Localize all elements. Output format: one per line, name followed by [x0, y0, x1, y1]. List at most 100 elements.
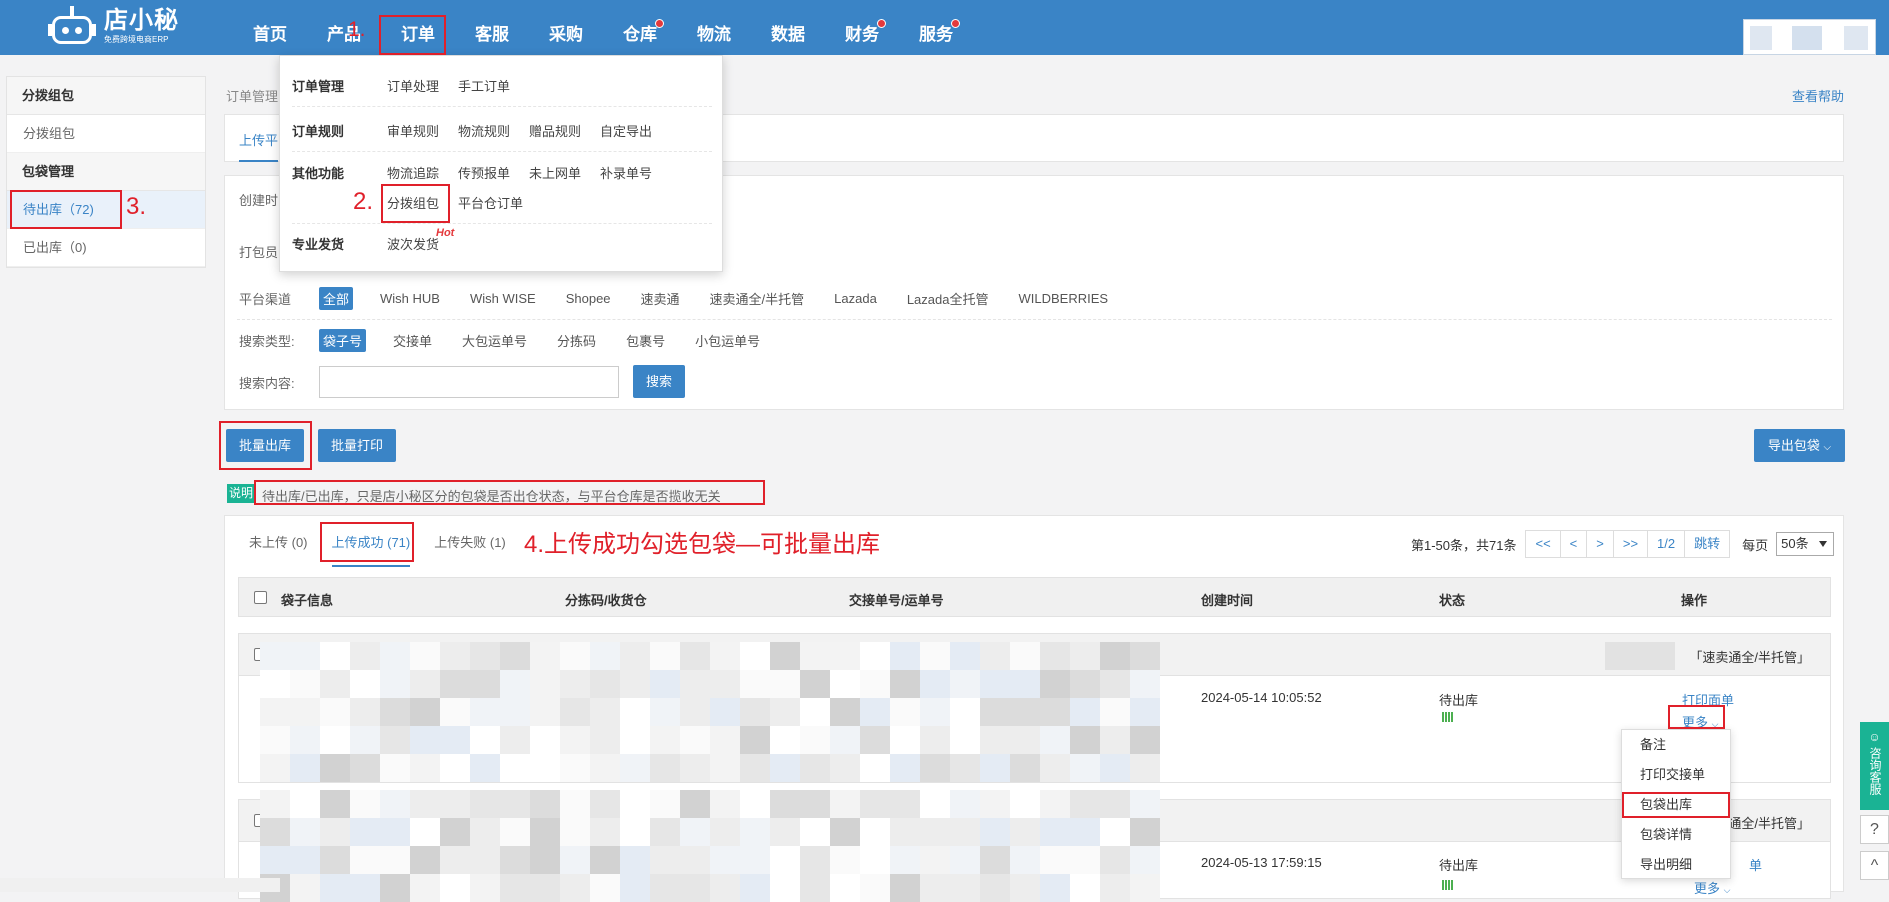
breadcrumb[interactable]: 订单管理 [226, 86, 278, 105]
question-icon: ? [1870, 821, 1879, 838]
platform-option[interactable]: Wish WISE [467, 289, 539, 308]
select-all-checkbox[interactable] [254, 591, 267, 604]
platform-option[interactable]: 速卖通全/半托管 [707, 287, 808, 310]
export-bags-button[interactable]: 导出包袋 ⌵ [1754, 429, 1845, 462]
search-content-label: 搜索内容: [239, 376, 295, 391]
created-time: 2024-05-14 10:05:52 [1201, 690, 1322, 705]
nav-label: 仓库 [623, 25, 657, 44]
search-type-label: 搜索类型: [239, 334, 295, 349]
headset-icon: ☺ [1868, 730, 1881, 744]
nav-item-0[interactable]: 首页 [233, 0, 307, 55]
menu-supplement-no[interactable]: 补录单号 [600, 163, 652, 182]
first-page-button[interactable]: << [1525, 530, 1561, 558]
more-menu-item[interactable]: 打印交接单 [1622, 760, 1730, 790]
menu-manual-order[interactable]: 手工订单 [458, 76, 510, 95]
export-bags-label: 导出包袋 [1767, 438, 1820, 453]
search-type-option[interactable]: 小包运单号 [692, 329, 763, 352]
menu-custom-export[interactable]: 自定导出 [600, 121, 652, 140]
last-page-button[interactable]: >> [1612, 530, 1649, 558]
nav-item-8[interactable]: 财务 [825, 0, 899, 55]
sidebar: 分拨组包 分拨组包 包袋管理 待出库（72) 已出库（0) [6, 76, 206, 268]
per-page-select[interactable]: 50条 [1776, 532, 1835, 556]
more-menu-item[interactable]: 包袋详情 [1622, 820, 1730, 850]
progress-icon [1442, 712, 1454, 722]
platform-option[interactable]: Wish HUB [377, 289, 443, 308]
status-tab[interactable]: 上传失败 (1) [434, 532, 506, 567]
channel-label: 「速卖通全/半托管」 [1689, 650, 1810, 665]
annotation-box-more [1668, 705, 1725, 729]
menu-tracking[interactable]: 物流追踪 [387, 163, 439, 182]
menu-review-rules[interactable]: 审单规则 [387, 121, 439, 140]
customer-service-label: 咨询客服 [1868, 747, 1882, 795]
blurred-info [1605, 642, 1675, 670]
col-actions: 操作 [1681, 593, 1708, 608]
search-type-option[interactable]: 袋子号 [319, 329, 367, 352]
menu-gift-rules[interactable]: 赠品规则 [529, 121, 581, 140]
annotation-step-3: 3. [126, 193, 147, 220]
search-input[interactable] [319, 366, 619, 398]
print-label-link[interactable]: 单 [1749, 855, 1762, 874]
nav-label: 数据 [771, 25, 805, 44]
help-button[interactable]: ? [1860, 815, 1889, 844]
batch-print-button[interactable]: 批量打印 [318, 429, 396, 462]
nav-item-6[interactable]: 物流 [677, 0, 751, 55]
robot-logo-icon [48, 4, 96, 48]
col-sort-code: 分拣码/收货仓 [565, 593, 647, 608]
annotation-box-order-nav [379, 15, 446, 55]
menu-platform-warehouse-order[interactable]: 平台仓订单 [458, 193, 523, 212]
more-dropdown[interactable]: 更多 ⌵ [1694, 878, 1730, 897]
jump-button[interactable]: 跳转 [1684, 530, 1731, 558]
nav-item-9[interactable]: 服务 [899, 0, 973, 55]
menu-pre-report[interactable]: 传预报单 [458, 163, 510, 182]
status-text: 待出库 [1439, 858, 1479, 873]
logo[interactable]: 店小秘 免费跨境电商ERP [48, 4, 179, 48]
menu-wave-shipping[interactable]: 波次发货 [387, 234, 439, 253]
pagination: 第1-50条，共71条 << < > >> 1/2 跳转 每页 50条 [1411, 530, 1835, 558]
search-button[interactable]: 搜索 [633, 365, 685, 398]
nav-item-3[interactable]: 客服 [455, 0, 529, 55]
help-link[interactable]: 查看帮助 [1792, 86, 1844, 105]
platform-option[interactable]: WILDBERRIES [1015, 289, 1111, 308]
next-page-button[interactable]: > [1586, 530, 1614, 558]
tab-upload-platform[interactable]: 上传平 [239, 130, 279, 162]
annotation-box-bag-out [1622, 792, 1730, 818]
nav-label: 首页 [253, 25, 287, 44]
menu-not-online[interactable]: 未上网单 [529, 163, 581, 182]
status-tab[interactable]: 未上传 (0) [249, 532, 308, 567]
search-type-option[interactable]: 分拣码 [554, 329, 599, 352]
sidebar-item-shipped[interactable]: 已出库（0) [7, 229, 205, 267]
page-indicator[interactable]: 1/2 [1647, 530, 1686, 558]
browser-status-bar [0, 878, 280, 892]
more-menu-item[interactable]: 导出明细 [1622, 850, 1730, 880]
nav-item-7[interactable]: 数据 [751, 0, 825, 55]
progress-icon [1442, 880, 1454, 890]
more-menu-item[interactable]: 备注 [1622, 730, 1730, 760]
platform-option[interactable]: 速卖通 [638, 287, 683, 310]
platform-option[interactable]: Shopee [563, 289, 614, 308]
menu-order-processing[interactable]: 订单处理 [387, 76, 439, 95]
search-type-option[interactable]: 大包运单号 [459, 329, 530, 352]
nav-item-5[interactable]: 仓库 [603, 0, 677, 55]
user-area[interactable] [1743, 19, 1876, 55]
platform-option[interactable]: 全部 [319, 287, 354, 310]
arrow-up-icon: ^ [1870, 857, 1879, 874]
platform-option[interactable]: Lazada全托管 [904, 287, 992, 310]
menu-row-order-rules: 订单规则 审单规则 物流规则 赠品规则 自定导出 [292, 121, 671, 140]
notification-dot-icon [877, 19, 886, 28]
menu-logistics-rules[interactable]: 物流规则 [458, 121, 510, 140]
prev-page-button[interactable]: < [1559, 530, 1588, 558]
sidebar-item-sorting[interactable]: 分拨组包 [7, 115, 205, 153]
annotation-step-1: 1. [348, 18, 366, 41]
nav-label: 服务 [919, 25, 953, 44]
per-page-label: 每页 [1742, 537, 1769, 553]
customer-service-button[interactable]: ☺ 咨询客服 [1860, 722, 1889, 810]
search-type-option[interactable]: 交接单 [390, 329, 435, 352]
nav-item-4[interactable]: 采购 [529, 0, 603, 55]
note-tag: 说明 [227, 484, 255, 503]
top-navbar: 店小秘 免费跨境电商ERP 首页 产品 订单 客服 采购 仓库 物流 数据 财务 服务 [0, 0, 1889, 55]
nav-item-1[interactable]: 产品 [307, 0, 381, 55]
search-type-option[interactable]: 包裹号 [623, 329, 668, 352]
pagination-summary: 第1-50条，共71条 [1411, 537, 1517, 553]
back-to-top-button[interactable]: ^ [1860, 851, 1889, 880]
platform-option[interactable]: Lazada [831, 289, 880, 308]
